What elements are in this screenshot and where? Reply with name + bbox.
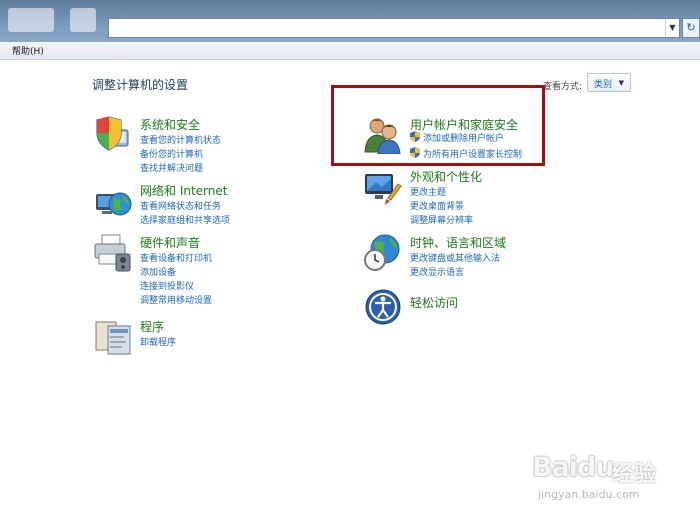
- clock-globe-icon: [364, 234, 400, 271]
- watermark-brand: Baidu: [532, 452, 615, 483]
- address-bar[interactable]: ▼: [108, 18, 680, 38]
- chevron-down-icon: ▼: [618, 79, 624, 87]
- menu-bar: 帮助(H): [0, 42, 700, 60]
- link-change-theme[interactable]: 更改主题: [410, 185, 446, 198]
- link-backup-computer[interactable]: 备份您的计算机: [140, 147, 203, 160]
- category-title[interactable]: 网络和 Internet: [140, 182, 227, 199]
- view-by-dropdown[interactable]: 类别 ▼: [587, 73, 631, 92]
- display-paint-icon: [365, 174, 402, 205]
- view-by-label: 查看方式:: [543, 82, 583, 92]
- link-uninstall-program[interactable]: 卸载程序: [140, 335, 176, 348]
- network-globe-icon: [96, 192, 132, 216]
- link-homegroup[interactable]: 选择家庭组和共享选项: [140, 213, 230, 226]
- page-title: 调整计算机的设置: [92, 78, 189, 92]
- refresh-icon[interactable]: ↻: [682, 18, 700, 38]
- menu-help[interactable]: 帮助(H): [12, 44, 44, 57]
- category-title[interactable]: 时钟、语言和区域: [410, 234, 506, 251]
- link-mobility-settings[interactable]: 调整常用移动设置: [140, 293, 212, 306]
- address-dropdown-icon[interactable]: ▼: [665, 19, 679, 37]
- link-change-background[interactable]: 更改桌面背景: [410, 199, 464, 212]
- link-network-status[interactable]: 查看网络状态和任务: [140, 199, 221, 212]
- category-title[interactable]: 系统和安全: [140, 116, 200, 133]
- link-devices-printers[interactable]: 查看设备和打印机: [140, 251, 212, 264]
- back-forward-buttons[interactable]: [8, 8, 54, 32]
- ease-of-access-icon: [365, 289, 401, 325]
- shield-computer-icon: [96, 116, 129, 151]
- category-title[interactable]: 硬件和声音: [140, 234, 200, 251]
- link-screen-resolution[interactable]: 调整屏幕分辨率: [410, 213, 473, 226]
- link-add-device[interactable]: 添加设备: [140, 265, 176, 278]
- programs-icon: [95, 321, 131, 355]
- printer-icon: [94, 234, 131, 272]
- control-panel-window: ▼ ↻ 帮助(H) 调整计算机的设置 查看方式: 类别 ▼ 系统和安全 查看您的…: [0, 0, 700, 520]
- link-view-computer-status[interactable]: 查看您的计算机状态: [140, 133, 221, 146]
- category-title[interactable]: 外观和个性化: [410, 168, 482, 185]
- window-titlebar: ▼ ↻: [0, 0, 700, 42]
- category-title[interactable]: 轻松访问: [410, 294, 458, 311]
- link-change-input-methods[interactable]: 更改键盘或其他输入法: [410, 251, 500, 264]
- watermark-url: jingyan.baidu.com: [538, 488, 640, 501]
- baidu-jingyan-watermark: Baidu 经验 jingyan.baidu.com: [532, 452, 672, 512]
- link-connect-projector[interactable]: 连接到投影仪: [140, 279, 194, 292]
- category-title[interactable]: 程序: [140, 318, 164, 335]
- link-change-display-language[interactable]: 更改显示语言: [410, 265, 464, 278]
- highlight-box: [331, 85, 545, 166]
- watermark-product: 经验: [612, 462, 657, 487]
- link-troubleshoot[interactable]: 查找并解决问题: [140, 161, 203, 174]
- view-by-value: 类别: [594, 80, 613, 90]
- nav-button[interactable]: [70, 8, 96, 32]
